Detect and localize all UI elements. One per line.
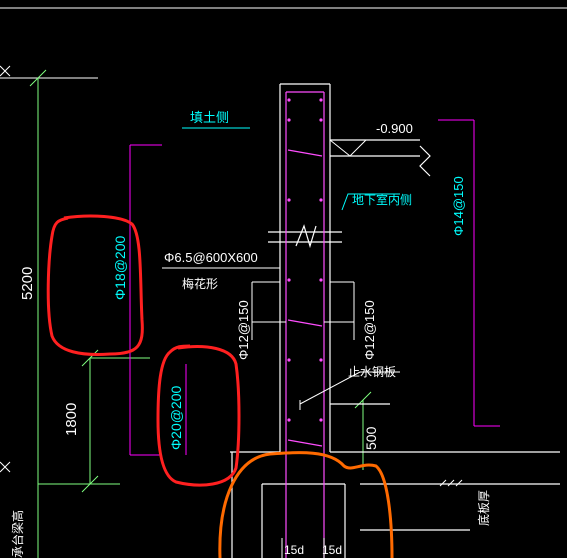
label-tie-spec: Φ6.5@600X600 bbox=[164, 250, 258, 265]
label-basement-inner-side: 地下室内侧 bbox=[352, 192, 412, 207]
break-symbol bbox=[268, 224, 342, 249]
label-dim-lower: 1800 bbox=[63, 403, 80, 436]
axis-arrow-top bbox=[0, 65, 11, 77]
label-bar-lower-left: Φ20@200 bbox=[168, 385, 184, 450]
rebar-detail-drawing: 填土侧 -0.900 地下室内侧 Φ14@150 Φ6.5@600X600 梅花… bbox=[0, 7, 567, 558]
label-dim-500: 500 bbox=[363, 426, 379, 450]
slab-break bbox=[419, 145, 431, 177]
label-dim-total: 5200 bbox=[19, 267, 36, 300]
label-anchor-right: 15d bbox=[322, 543, 342, 557]
markup-circle-upper bbox=[46, 214, 144, 356]
wall-outline bbox=[230, 83, 560, 558]
markup-arc-orange bbox=[218, 451, 394, 558]
label-tie-pattern: 梅花形 bbox=[182, 276, 218, 291]
label-base-thickness: 底板厚 bbox=[476, 490, 491, 526]
label-anchor-left: 15d bbox=[284, 543, 304, 557]
base-hatch bbox=[439, 479, 463, 487]
label-horizontal-bar-right: Φ14@150 bbox=[451, 176, 466, 236]
label-bar-upper-left: Φ18@200 bbox=[112, 235, 128, 300]
label-elevation: -0.900 bbox=[376, 121, 413, 136]
label-waterstop: 止水钢板 bbox=[348, 365, 396, 379]
label-fill-side: 填土侧 bbox=[190, 111, 229, 126]
label-vertical-bar-right: Φ12@150 bbox=[362, 300, 377, 360]
wall-rebar bbox=[285, 91, 325, 558]
rebar-dots bbox=[287, 98, 323, 422]
axis-arrow-bottom bbox=[0, 461, 11, 473]
label-vertical-bar-left: Φ12@150 bbox=[236, 300, 251, 360]
elevation-marker bbox=[329, 139, 420, 157]
label-cap-beam-height: 承台梁高 bbox=[10, 510, 25, 558]
